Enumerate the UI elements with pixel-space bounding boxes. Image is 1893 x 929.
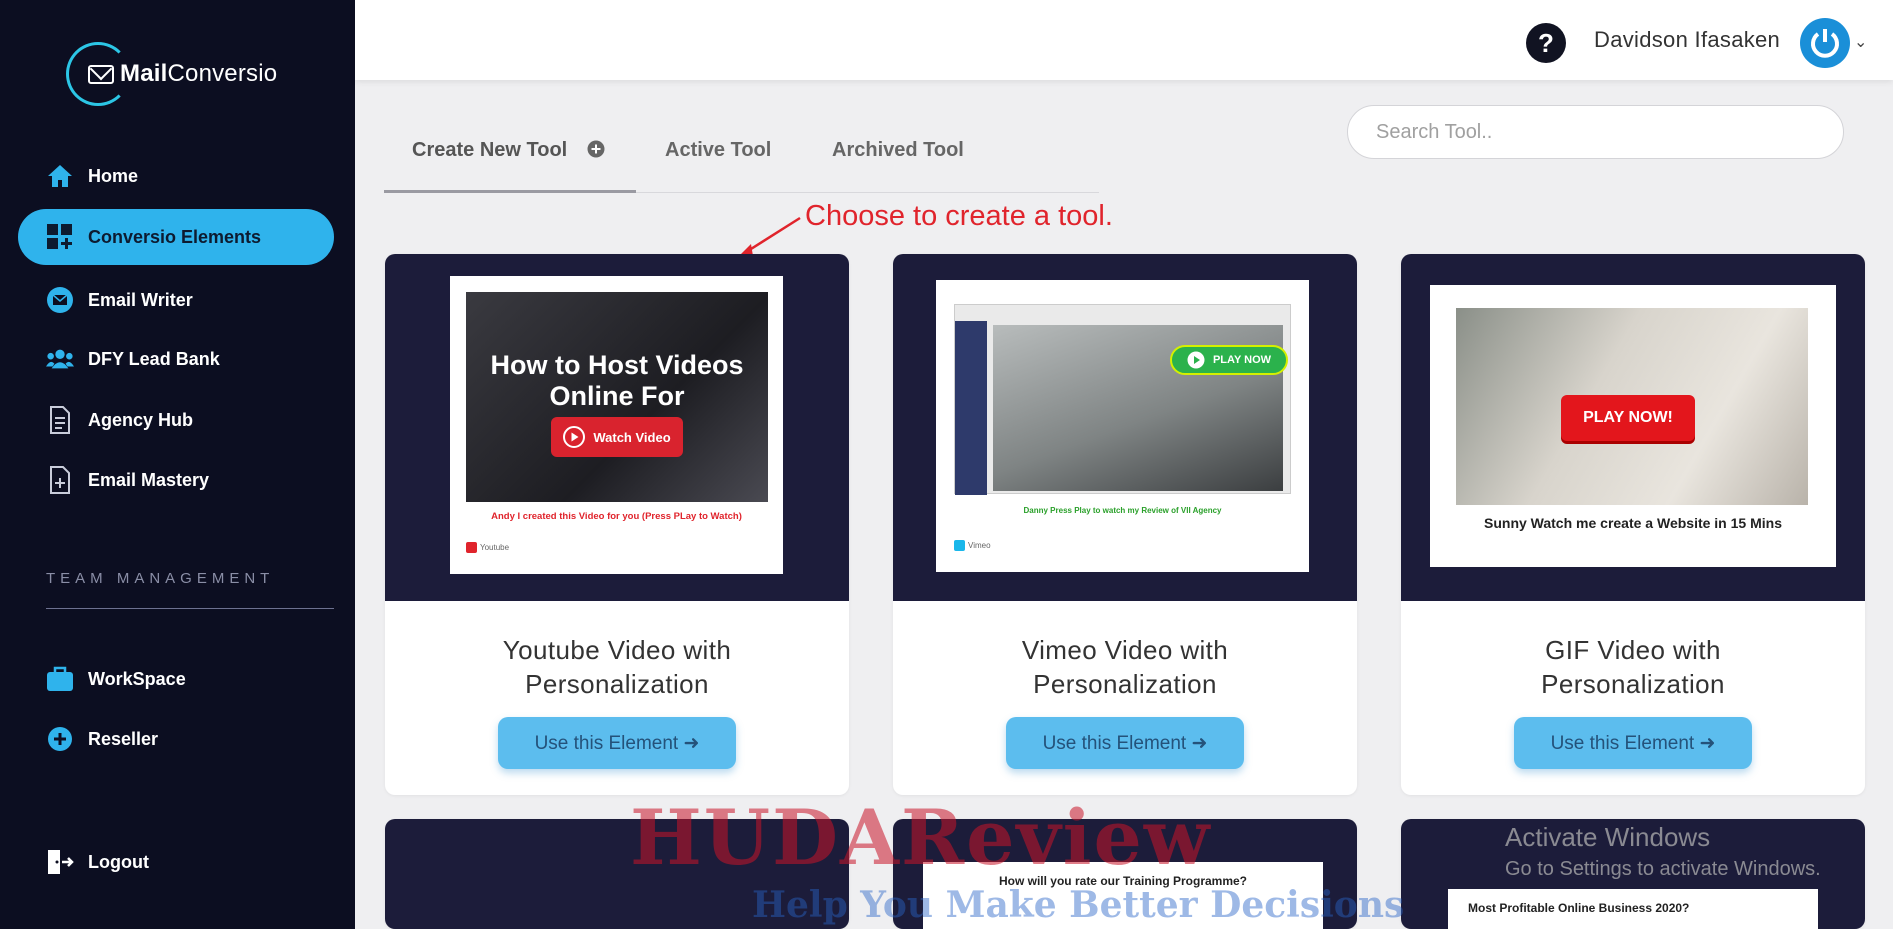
thumb-source: Vimeo	[954, 540, 991, 551]
sidebar-item-label: Email Mastery	[88, 469, 210, 490]
logo[interactable]: MailConversio	[66, 42, 277, 106]
sidebar-item-label: Conversio Elements	[88, 226, 262, 247]
youtube-icon	[466, 542, 477, 553]
sidebar-item-label: Agency Hub	[88, 409, 194, 430]
envelope-icon	[46, 286, 74, 314]
use-element-button[interactable]: Use this Element ➜	[1006, 717, 1244, 769]
thumb-source: Youtube	[466, 542, 509, 553]
card-preview: PLAY NOW! Sunny Watch me create a Websit…	[1401, 254, 1865, 601]
thumbnail: PLAY NOW! Sunny Watch me create a Websit…	[1430, 285, 1836, 567]
video-frame: PLAY NOW	[954, 304, 1291, 495]
card-title: Vimeo Video with Personalization	[1021, 635, 1229, 699]
use-element-button[interactable]: Use this Element ➜	[1514, 717, 1752, 769]
document-icon	[46, 406, 74, 434]
card-title: Youtube Video with Personalization	[502, 635, 732, 699]
power-icon	[1811, 29, 1839, 58]
watermark: HUDAReview	[630, 793, 1212, 882]
file-plus-icon	[46, 466, 74, 494]
home-icon	[46, 162, 74, 190]
plus-circle-icon	[46, 725, 74, 753]
tab-active-indicator	[384, 190, 636, 193]
arrow-circle-icon: ➜	[1699, 732, 1716, 754]
sidebar-item-label: WorkSpace	[88, 668, 186, 689]
divider	[46, 608, 334, 609]
play-icon	[1187, 351, 1205, 369]
video-frame: How to Host Videos Online For Watch Vide…	[466, 292, 768, 502]
use-element-button[interactable]: Use this Element ➜	[498, 717, 736, 769]
help-icon[interactable]: ?	[1526, 23, 1566, 63]
plus-circle-icon	[587, 140, 605, 158]
element-card-youtube: How to Host Videos Online For Watch Vide…	[385, 254, 849, 795]
watermark-subtitle: Help You Make Better Decisions	[752, 884, 1405, 926]
element-card-gif: PLAY NOW! Sunny Watch me create a Websit…	[1401, 254, 1865, 795]
thumbnail: How to Host Videos Online For Watch Vide…	[450, 276, 783, 574]
team-management-heading: TEAM MANAGEMENT	[46, 570, 275, 587]
users-icon	[46, 345, 74, 373]
sidebar-item-agency-hub[interactable]: Agency Hub	[18, 392, 334, 448]
play-now-button[interactable]: PLAY NOW	[1170, 345, 1288, 375]
tab-active-tool[interactable]: Active Tool	[665, 139, 771, 162]
sidebar: MailConversio Home Conversio Elements Em…	[0, 0, 355, 929]
sidebar-item-workspace[interactable]: WorkSpace	[18, 651, 334, 707]
arrow-circle-icon: ➜	[683, 732, 700, 754]
thumb-heading: How to Host Videos Online For	[490, 350, 744, 411]
sidebar-item-email-mastery[interactable]: Email Mastery	[18, 452, 334, 508]
search-input[interactable]	[1347, 105, 1844, 159]
thumb-caption: Danny Press Play to watch my Review of V…	[1023, 506, 1222, 515]
sidebar-item-home[interactable]: Home	[18, 148, 334, 204]
sidebar-item-reseller[interactable]: Reseller	[18, 711, 334, 767]
arrow-circle-icon: ➜	[1191, 732, 1208, 754]
play-now-button[interactable]: PLAY NOW!	[1561, 395, 1695, 441]
sidebar-item-label: Home	[88, 165, 139, 186]
tab-create-new-tool[interactable]: Create New Tool	[412, 139, 605, 162]
logout-icon	[46, 848, 74, 876]
thumb-caption: Andy I created this Video for you (Press…	[491, 511, 742, 522]
thumb-sidebar	[955, 321, 987, 495]
grid-plus-icon	[46, 223, 74, 251]
thumbnail: Most Profitable Online Business 2020?	[1448, 889, 1818, 929]
avatar[interactable]	[1800, 18, 1850, 68]
sidebar-item-label: DFY Lead Bank	[88, 348, 220, 369]
annotation-text: Choose to create a tool.	[805, 200, 1113, 232]
video-frame: PLAY NOW!	[1456, 308, 1808, 505]
vimeo-icon	[954, 540, 965, 551]
card-title: GIF Video with Personalization	[1541, 635, 1725, 699]
sidebar-item-label: Email Writer	[88, 289, 193, 310]
tab-archived-tool[interactable]: Archived Tool	[832, 139, 964, 162]
thumb-caption: Sunny Watch me create a Website in 15 Mi…	[1484, 515, 1782, 531]
logout-button[interactable]: Logout	[18, 834, 334, 890]
sidebar-item-label: Reseller	[88, 728, 159, 749]
watch-video-button[interactable]: Watch Video	[551, 417, 683, 457]
thumb-caption: Most Profitable Online Business 2020?	[1468, 901, 1690, 915]
chevron-down-icon[interactable]: ⌄	[1854, 32, 1867, 52]
briefcase-icon	[46, 665, 74, 693]
play-icon	[563, 426, 586, 448]
sidebar-item-dfy-lead-bank[interactable]: DFY Lead Bank	[18, 331, 334, 387]
activate-windows-subtitle: Go to Settings to activate Windows.	[1505, 858, 1821, 880]
logo-mark	[66, 42, 130, 106]
card-preview: How to Host Videos Online For Watch Vide…	[385, 254, 849, 601]
card-preview: PLAY NOW Danny Press Play to watch my Re…	[893, 254, 1357, 601]
sidebar-item-email-writer[interactable]: Email Writer	[18, 272, 334, 328]
logo-text: MailConversio	[120, 60, 278, 87]
user-name[interactable]: Davidson Ifasaken	[1594, 27, 1780, 53]
thumbnail: PLAY NOW Danny Press Play to watch my Re…	[936, 280, 1309, 572]
activate-windows-title: Activate Windows	[1505, 822, 1711, 852]
sidebar-item-label: Logout	[88, 851, 149, 872]
sidebar-item-conversio-elements[interactable]: Conversio Elements	[18, 209, 334, 265]
tab-label: Create New Tool	[412, 139, 568, 161]
element-card-vimeo: PLAY NOW Danny Press Play to watch my Re…	[893, 254, 1357, 795]
